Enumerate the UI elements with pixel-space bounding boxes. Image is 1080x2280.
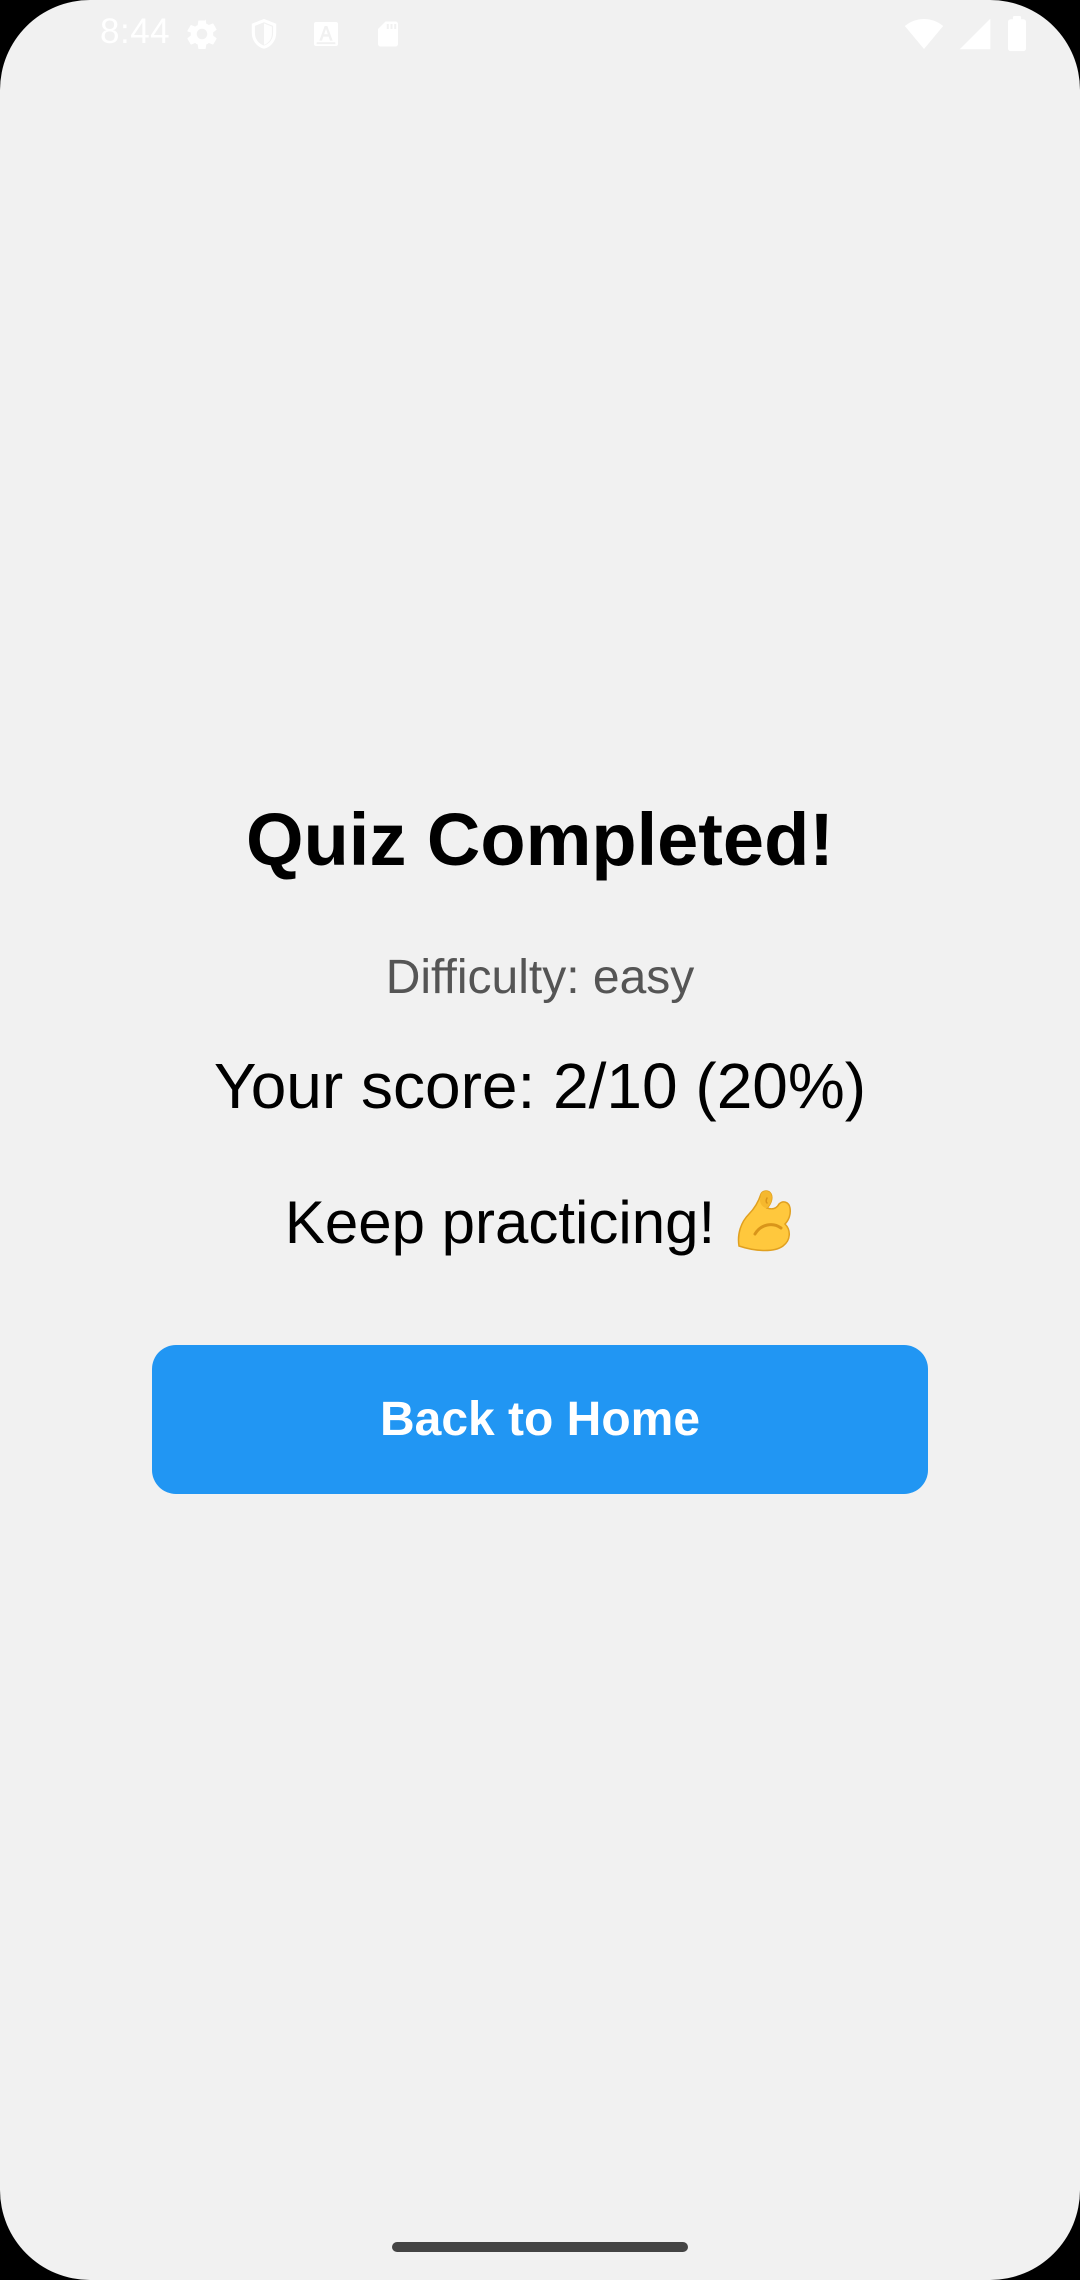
encouragement-message: Keep practicing!	[0, 1184, 1080, 1262]
page-title: Quiz Completed!	[246, 798, 834, 881]
app-screen: 8:44 Quiz Completed! Difficulty: easy Yo…	[0, 0, 1080, 2280]
difficulty-label: Difficulty: easy	[385, 951, 695, 1004]
flexed-biceps-icon	[733, 1188, 795, 1254]
back-to-home-button[interactable]: Back to Home	[152, 1345, 928, 1494]
score-text: Your score: 2/10 (20%)	[213, 1050, 867, 1122]
gesture-nav-handle[interactable]	[392, 2242, 688, 2252]
message-text: Keep practicing!	[284, 1189, 716, 1256]
results-container: Quiz Completed! Difficulty: easy Your sc…	[0, 0, 1080, 2280]
